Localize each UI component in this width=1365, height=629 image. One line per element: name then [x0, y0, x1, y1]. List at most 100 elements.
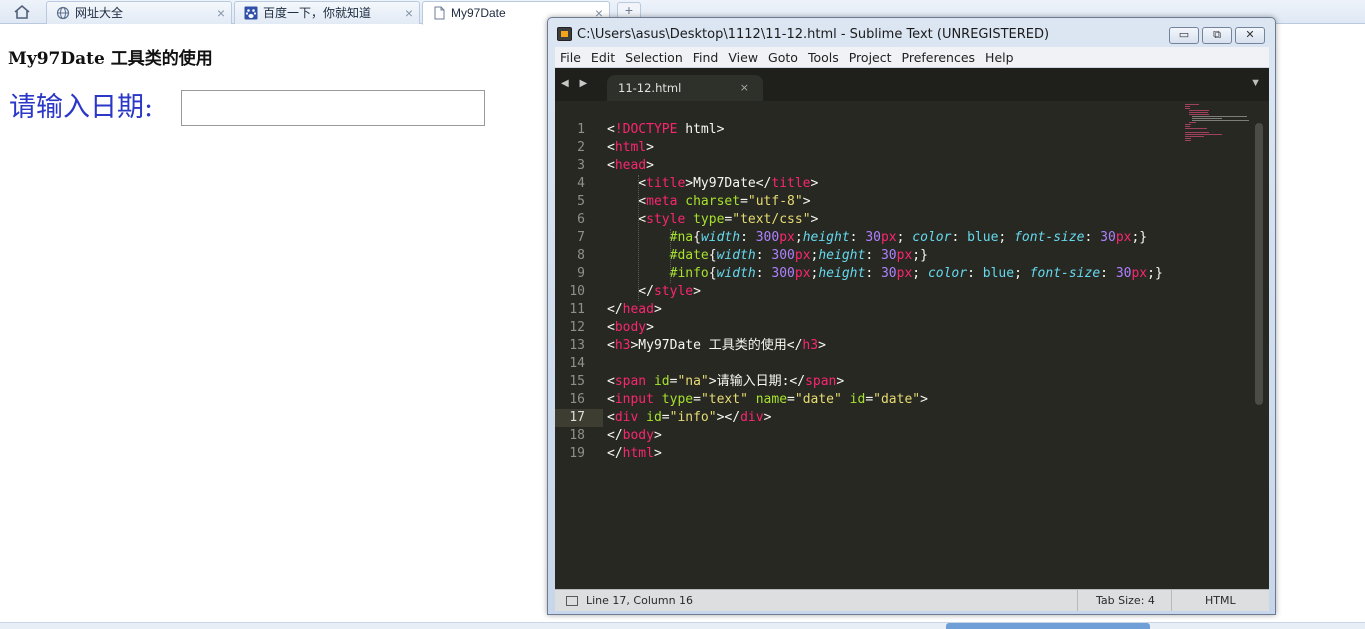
line-number: 9: [577, 266, 585, 281]
menu-selection[interactable]: Selection: [620, 47, 688, 68]
line-number: 14: [569, 356, 585, 371]
panel-toggle-icon[interactable]: [566, 596, 578, 606]
minimap-line: [1188, 114, 1210, 115]
line-number: 15: [569, 374, 585, 389]
minimize-button[interactable]: ▭: [1169, 27, 1199, 44]
minimap-line: [1192, 118, 1222, 119]
code-line[interactable]: <body>: [607, 319, 654, 337]
tabs-dropdown-icon[interactable]: ▼: [1250, 77, 1261, 89]
menu-help[interactable]: Help: [980, 47, 1019, 68]
minimap-line: [1185, 132, 1210, 133]
line-number: 18: [569, 428, 585, 443]
minimap-line: [1185, 128, 1207, 129]
menu-file[interactable]: File: [555, 47, 586, 68]
tab-size-indicator[interactable]: Tab Size: 4: [1077, 590, 1171, 611]
line-number: 7: [577, 230, 585, 245]
vertical-scrollbar[interactable]: [1255, 123, 1263, 405]
globe-icon: [56, 6, 70, 20]
code-editor[interactable]: 1 2 3 4 5 6 7 8 9 10 11 12 13 14 15 16 17 18 19 <!DOCTYPE …: [555, 101, 1269, 589]
home-button[interactable]: [6, 2, 38, 22]
line-number: 17: [569, 410, 585, 425]
browser-tab-baidu[interactable]: 百度一下，你就知道 ×: [234, 1, 420, 24]
code-line[interactable]: </head>: [607, 301, 662, 319]
code-line[interactable]: <span id="na">请输入日期:</span>: [607, 373, 844, 391]
file-tab-label: 11-12.html: [618, 81, 682, 95]
code-line[interactable]: <head>: [607, 157, 654, 175]
menu-preferences[interactable]: Preferences: [897, 47, 981, 68]
minimap-line: [1192, 120, 1249, 121]
indent-guide: [670, 229, 671, 283]
minimap-line: [1188, 112, 1209, 113]
code-line[interactable]: </html>: [607, 445, 662, 463]
tab-label: 网址大全: [75, 6, 124, 20]
line-number: 1: [577, 122, 585, 137]
code-line[interactable]: <input type="text" name="date" id="date"…: [607, 391, 928, 409]
browser-tab-nav-site[interactable]: 网址大全 ×: [46, 1, 232, 24]
tab-close-button[interactable]: ×: [405, 2, 413, 24]
minimap-line: [1185, 108, 1191, 109]
menu-edit[interactable]: Edit: [586, 47, 620, 68]
code-area[interactable]: <!DOCTYPE html> <html> <head> <title>My97D…: [607, 101, 1227, 589]
tab-label: My97Date: [451, 6, 506, 20]
minimap-line: [1192, 116, 1248, 117]
tab-nav-arrows[interactable]: ◀ ▶: [561, 78, 591, 89]
menu-bar: File Edit Selection Find View Goto Tools Projec…: [555, 47, 1269, 68]
taskbar-button[interactable]: [946, 623, 1150, 629]
syntax-indicator[interactable]: HTML: [1171, 590, 1269, 611]
page-heading: My97Date 工具类的使用: [8, 49, 213, 69]
line-number: 6: [577, 212, 585, 227]
minimap-line: [1185, 124, 1192, 125]
code-line[interactable]: #na{width: 300px;height: 30px; color: bl…: [607, 229, 1148, 247]
minimap-line: [1185, 126, 1191, 127]
page-icon: [434, 6, 445, 20]
line-number: 19: [569, 446, 585, 461]
menu-tools[interactable]: Tools: [803, 47, 844, 68]
tab-close-button[interactable]: ×: [217, 2, 225, 24]
code-line[interactable]: </style>: [607, 283, 701, 301]
line-number: 5: [577, 194, 585, 209]
code-line[interactable]: #date{width: 300px;height: 30px;}: [607, 247, 928, 265]
menu-view[interactable]: View: [723, 47, 763, 68]
minimap-line: [1185, 134, 1222, 135]
sublime-text-window: C:\Users\asus\Desktop\1112\11-12.html - …: [547, 17, 1276, 615]
line-number: 8: [577, 248, 585, 263]
menu-goto[interactable]: Goto: [763, 47, 803, 68]
maximize-button[interactable]: ⧉: [1202, 27, 1232, 44]
status-bar: Line 17, Column 16 Tab Size: 4 HTML: [555, 589, 1269, 611]
date-label: 请输入日期:: [9, 92, 154, 123]
browser-status-bar: [0, 622, 1365, 629]
code-line[interactable]: </body>: [607, 427, 662, 445]
window-titlebar[interactable]: C:\Users\asus\Desktop\1112\11-12.html - …: [548, 18, 1275, 47]
minimap-line: [1185, 104, 1199, 105]
cursor-position: Line 17, Column 16: [586, 594, 694, 607]
minimap-line: [1185, 136, 1204, 137]
minimap-line: [1185, 140, 1192, 141]
code-line[interactable]: #info{width: 300px;height: 30px; color: …: [607, 265, 1163, 283]
home-icon: [14, 4, 30, 19]
window-title: C:\Users\asus\Desktop\1112\11-12.html - …: [577, 27, 1050, 42]
minimap-line: [1185, 106, 1191, 107]
line-number: 13: [569, 338, 585, 353]
minimap-line: [1185, 138, 1192, 139]
line-number: 4: [577, 176, 585, 191]
tab-label: 百度一下，你就知道: [263, 6, 372, 20]
code-line[interactable]: <html>: [607, 139, 654, 157]
file-tab[interactable]: 11-12.html ×: [607, 75, 763, 101]
line-number: 3: [577, 158, 585, 173]
indent-guide: [638, 175, 639, 301]
menu-find[interactable]: Find: [688, 47, 724, 68]
code-line[interactable]: <h3>My97Date 工具类的使用</h3>: [607, 337, 826, 355]
sublime-app-icon: [557, 27, 572, 41]
line-number: 12: [569, 320, 585, 335]
file-tab-close-button[interactable]: ×: [740, 75, 749, 101]
minimap-line: [1188, 110, 1210, 111]
code-line[interactable]: <!DOCTYPE html>: [607, 121, 724, 139]
close-button[interactable]: ✕: [1235, 27, 1265, 44]
code-line[interactable]: <div id="info"></div>: [607, 409, 771, 427]
line-number: 11: [569, 302, 585, 317]
date-input[interactable]: [181, 90, 485, 126]
menu-project[interactable]: Project: [844, 47, 897, 68]
line-number: 10: [569, 284, 585, 299]
minimap[interactable]: [1185, 104, 1253, 144]
line-number: 16: [569, 392, 585, 407]
